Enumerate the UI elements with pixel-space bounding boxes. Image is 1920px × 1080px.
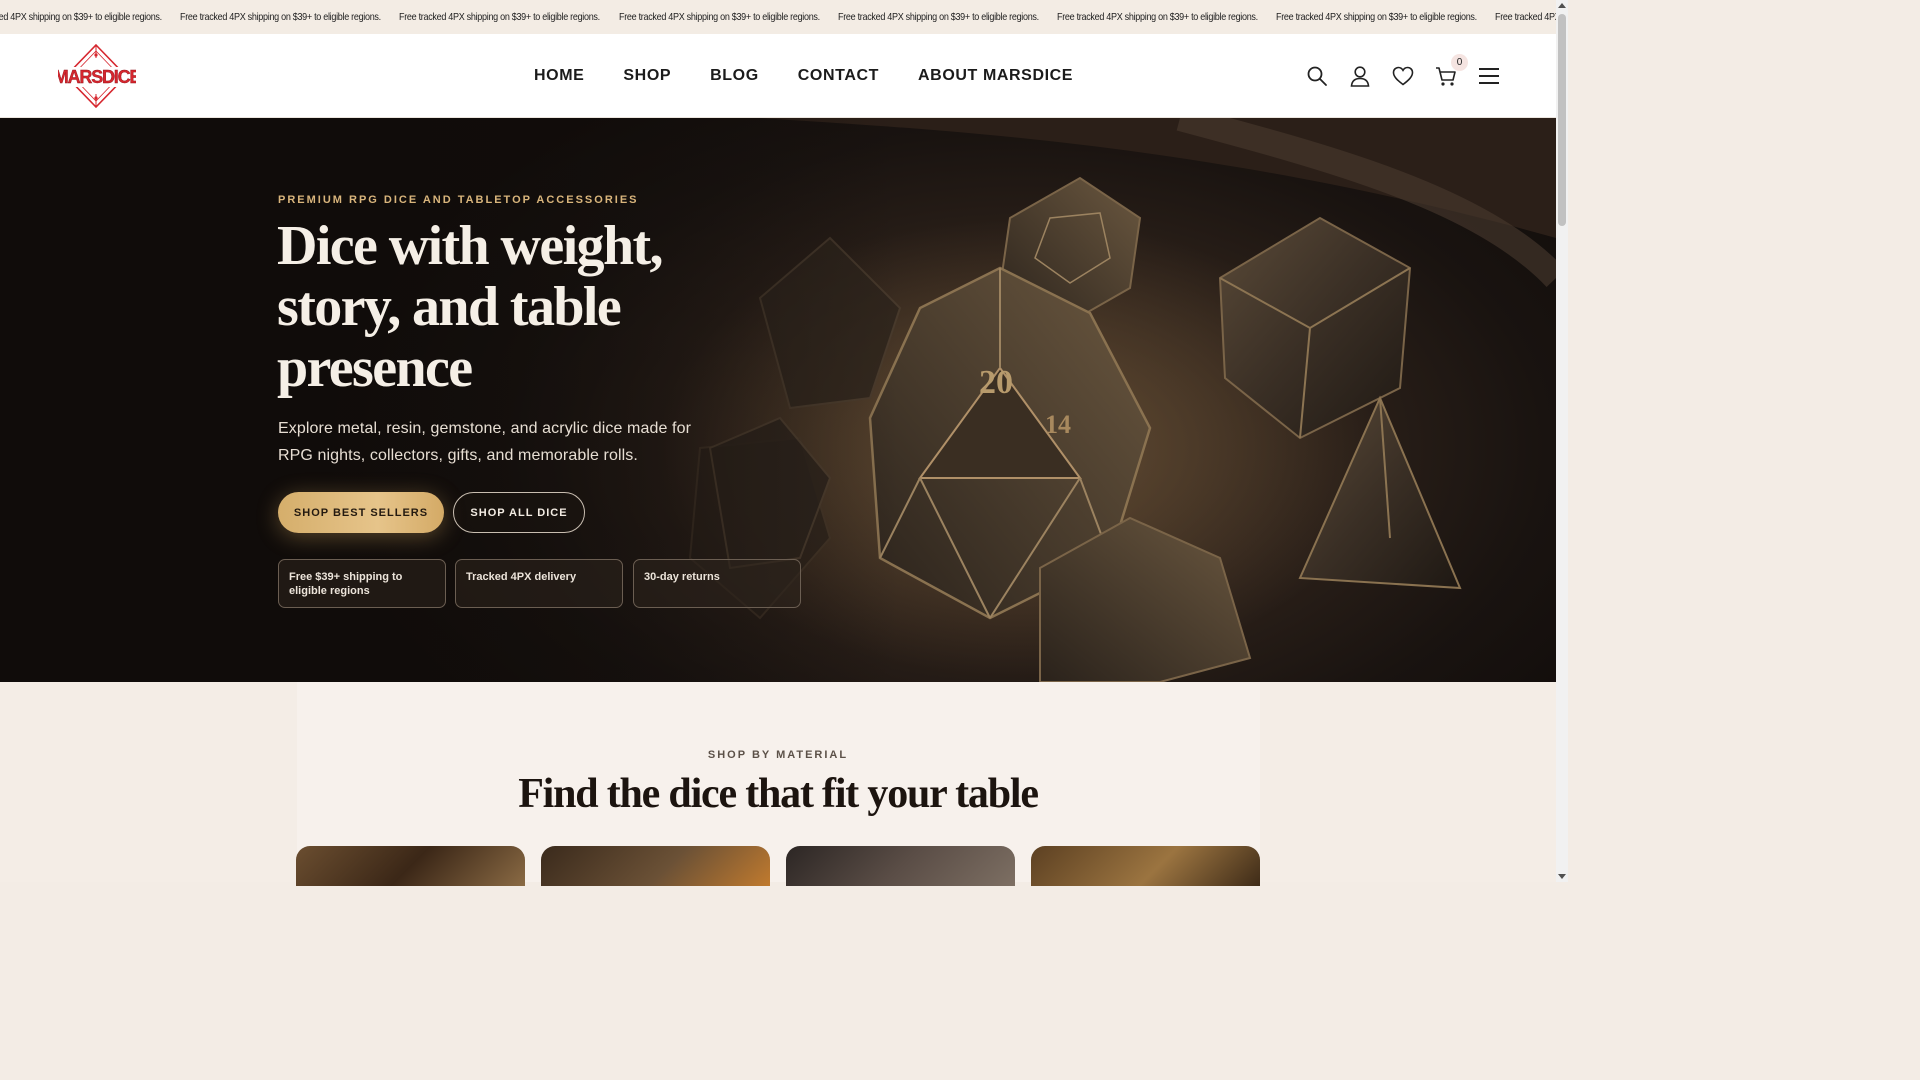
announcement-text: Free tracked 4PX shipping on $39+ to eli… bbox=[618, 11, 820, 23]
cart-count-badge: 0 bbox=[1451, 54, 1468, 71]
search-icon[interactable] bbox=[1305, 64, 1329, 88]
shop-all-dice-button[interactable]: SHOP ALL DICE bbox=[453, 492, 585, 533]
announcement-text: Free tracked 4PX shipping on $39+ to eli… bbox=[0, 11, 162, 23]
site-logo[interactable]: MARSDICE bbox=[54, 43, 143, 109]
wishlist-icon[interactable] bbox=[1391, 64, 1415, 88]
logo-wordmark: MARSDICE bbox=[58, 67, 136, 87]
hero-title: Dice with weight, story, and table prese… bbox=[277, 215, 664, 399]
shop-best-sellers-button[interactable]: SHOP BEST SELLERS bbox=[278, 492, 444, 533]
nav-home[interactable]: HOME bbox=[534, 67, 584, 85]
page-scrollbar[interactable] bbox=[1556, 0, 1568, 882]
nav-blog[interactable]: BLOG bbox=[710, 67, 759, 85]
scrollbar-thumb[interactable] bbox=[1558, 14, 1566, 226]
announcement-text: Free tracked 4PX shipping on $39+ to eli… bbox=[1056, 11, 1258, 23]
nav-contact[interactable]: CONTACT bbox=[798, 67, 879, 85]
material-card-metal[interactable] bbox=[296, 846, 525, 886]
scroll-down-icon[interactable] bbox=[1558, 874, 1566, 879]
marsdice-logo-icon: MARSDICE bbox=[54, 43, 143, 109]
material-eyebrow: SHOP BY MATERIAL bbox=[707, 749, 849, 761]
material-card-acrylic[interactable] bbox=[1031, 846, 1260, 886]
scroll-up-icon[interactable] bbox=[1558, 3, 1566, 8]
announcement-text: Free tracked 4PX shipping on $39+ to eli… bbox=[399, 11, 601, 23]
announcement-text: Free tracked 4PX shipping on $39+ to eli… bbox=[180, 11, 382, 23]
hero-banner: 20 14 PREMIUM RPG DICE AND TABLETOP ACCE… bbox=[0, 118, 1556, 682]
svg-text:20: 20 bbox=[979, 364, 1013, 401]
announcement-text: Free tracked 4PX shipping on $39+ to eli… bbox=[1495, 11, 1556, 23]
shop-by-material-section: SHOP BY MATERIAL Find the dice that fit … bbox=[0, 682, 1556, 886]
material-title: Find the dice that fit your table bbox=[518, 771, 1039, 817]
menu-icon[interactable] bbox=[1477, 64, 1501, 88]
material-card-gemstone[interactable] bbox=[786, 846, 1015, 886]
site-header: MARSDICE HOME SHOP BLOG CONTACT ABOUT MA… bbox=[0, 34, 1556, 118]
perk-returns: 30-day returns bbox=[633, 559, 801, 608]
account-icon[interactable] bbox=[1348, 64, 1372, 88]
perk-free-shipping: Free $39+ shipping to eligible regions bbox=[278, 559, 446, 608]
announcement-text: Free tracked 4PX shipping on $39+ to eli… bbox=[837, 11, 1039, 23]
nav-about[interactable]: ABOUT MARSDICE bbox=[918, 67, 1073, 85]
hero-eyebrow: PREMIUM RPG DICE AND TABLETOP ACCESSORIE… bbox=[278, 194, 639, 206]
nav-shop[interactable]: SHOP bbox=[623, 67, 671, 85]
announcement-bar: Free tracked 4PX shipping on $39+ to eli… bbox=[0, 0, 1556, 34]
perk-tracked-delivery: Tracked 4PX delivery bbox=[455, 559, 623, 608]
header-actions: 0 bbox=[1286, 34, 1501, 118]
announcement-track: Free tracked 4PX shipping on $39+ to eli… bbox=[0, 0, 1556, 34]
cart-icon[interactable]: 0 bbox=[1434, 54, 1468, 88]
hero-subtitle: Explore metal, resin, gemstone, and acry… bbox=[278, 420, 691, 464]
announcement-text: Free tracked 4PX shipping on $39+ to eli… bbox=[1276, 11, 1477, 23]
main-nav: HOME SHOP BLOG CONTACT ABOUT MARSDICE bbox=[534, 34, 1112, 118]
material-card-resin[interactable] bbox=[541, 846, 770, 886]
svg-text:14: 14 bbox=[1045, 410, 1071, 439]
